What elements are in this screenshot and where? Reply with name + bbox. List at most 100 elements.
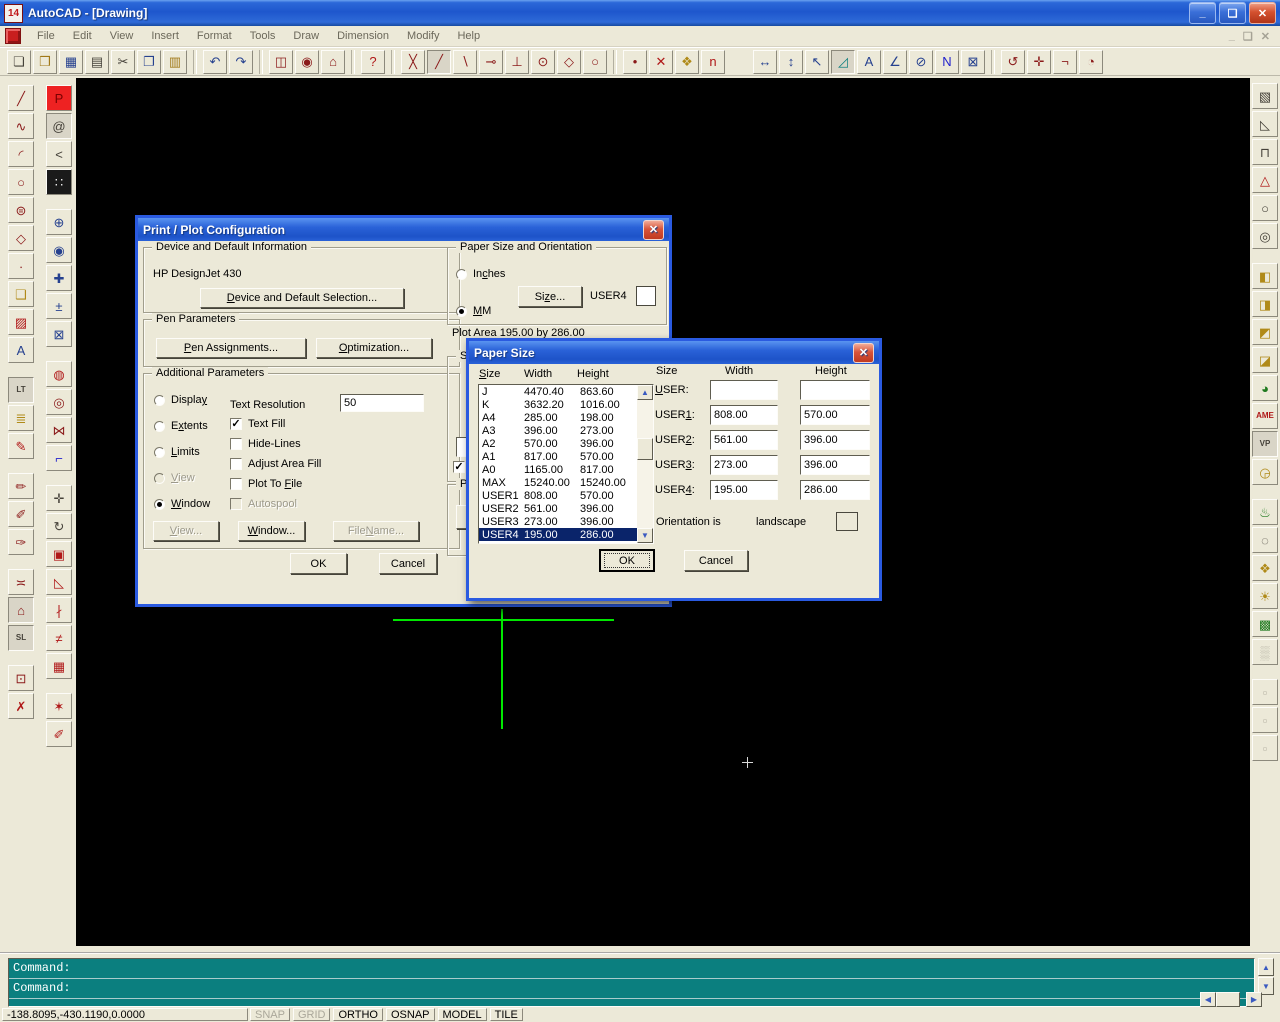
scenes-button[interactable]: ❖ bbox=[1252, 555, 1278, 581]
dim-radius-button[interactable]: ⊘ bbox=[909, 50, 933, 74]
explode-tool-button[interactable]: ✶ bbox=[46, 693, 72, 719]
polygon-tool-button[interactable]: ◇ bbox=[8, 225, 34, 251]
ortho-toggle[interactable]: ORTHO bbox=[333, 1008, 383, 1021]
zoom-extents-button[interactable]: ⊠ bbox=[46, 321, 72, 347]
snap-tangent-button[interactable]: ○ bbox=[583, 50, 607, 74]
grid-toggle[interactable]: GRID bbox=[293, 1008, 331, 1021]
minimize-button[interactable]: _ bbox=[1189, 2, 1216, 24]
tool-windows-button[interactable]: ⌂ bbox=[321, 50, 345, 74]
plot-to-file-checkbox[interactable]: Plot To File bbox=[230, 478, 321, 490]
command-console[interactable]: Command:Command: bbox=[8, 958, 1255, 1007]
user2-width-input[interactable] bbox=[710, 430, 778, 450]
paper-size-row-j[interactable]: J4470.40863.60 bbox=[479, 385, 637, 398]
polyline-tool-button[interactable]: ∿ bbox=[8, 113, 34, 139]
text-fill-checkbox[interactable]: ✓Text Fill bbox=[230, 418, 321, 430]
snap-at-button[interactable]: @ bbox=[46, 113, 72, 139]
help-button[interactable]: ? bbox=[361, 50, 385, 74]
snap-center-button[interactable]: ⊙ bbox=[531, 50, 555, 74]
add-selection-button[interactable]: ✛ bbox=[1027, 50, 1051, 74]
snap-from-button[interactable]: ╱ bbox=[427, 50, 451, 74]
user3-width-input[interactable] bbox=[710, 455, 778, 475]
dim-angle-button[interactable]: ∠ bbox=[883, 50, 907, 74]
command-scroll-up-icon[interactable]: ▲ bbox=[1258, 958, 1274, 976]
insert-block-tool-button[interactable]: ❑ bbox=[8, 281, 34, 307]
arc-tool-button[interactable]: ◜ bbox=[8, 141, 34, 167]
text-fill-checkbox-box[interactable]: ✓ bbox=[230, 418, 242, 430]
stretch-tool-button[interactable]: ◺ bbox=[46, 569, 72, 595]
limits-radio-circle[interactable] bbox=[154, 447, 165, 458]
user4-width-input[interactable] bbox=[710, 480, 778, 500]
scale-tool-button[interactable]: ▣ bbox=[46, 541, 72, 567]
extents-radio-circle[interactable] bbox=[154, 421, 165, 432]
extend-tool-button[interactable]: ≠ bbox=[46, 625, 72, 651]
dim-ordinate-button[interactable]: N bbox=[935, 50, 959, 74]
plot-cancel-button[interactable]: Cancel bbox=[379, 553, 437, 574]
menu-draw[interactable]: Draw bbox=[284, 28, 328, 44]
measure-button[interactable]: ≍ bbox=[8, 569, 34, 595]
dim-text-button[interactable]: A bbox=[857, 50, 881, 74]
menu-view[interactable]: View bbox=[101, 28, 143, 44]
materials-button[interactable]: ▩ bbox=[1252, 611, 1278, 637]
boundary-hatch-button[interactable]: ⌂ bbox=[8, 597, 34, 623]
region-button[interactable]: ⊡ bbox=[8, 665, 34, 691]
user-width-input[interactable] bbox=[710, 380, 778, 400]
restore-button[interactable]: ❏ bbox=[1219, 2, 1246, 24]
tile-toggle[interactable]: TILE bbox=[490, 1008, 523, 1021]
paper-size-row-user4[interactable]: USER4195.00286.00 bbox=[479, 528, 637, 541]
user3-height-input[interactable] bbox=[800, 455, 870, 475]
edit-spline-button[interactable]: ✐ bbox=[8, 501, 34, 527]
user2-height-input[interactable] bbox=[800, 430, 870, 450]
dim-leader-button[interactable]: ↖ bbox=[805, 50, 829, 74]
scroll-thumb[interactable] bbox=[637, 438, 653, 460]
scroll-down-icon[interactable]: ▼ bbox=[637, 528, 653, 543]
open-file-button[interactable]: ❒ bbox=[33, 50, 57, 74]
user1-width-input[interactable] bbox=[710, 405, 778, 425]
ellipse-tool-button[interactable]: ⊜ bbox=[8, 197, 34, 223]
tracking-button[interactable]: ╳ bbox=[401, 50, 425, 74]
command-scroll-right-icon[interactable]: ▶ bbox=[1246, 992, 1262, 1007]
scroll-up-icon[interactable]: ▲ bbox=[637, 385, 653, 400]
adjust-area-fill-checkbox[interactable]: Adjust Area Fill bbox=[230, 458, 321, 470]
angle-filter-button[interactable]: < bbox=[46, 141, 72, 167]
match-properties-button[interactable]: ✎ bbox=[8, 433, 34, 459]
window-button[interactable]: Window... bbox=[238, 521, 305, 541]
menu-help[interactable]: Help bbox=[448, 28, 489, 44]
viewport-button[interactable]: VP bbox=[1252, 431, 1278, 457]
scaled-to-fit-checkbox-box[interactable]: ✓ bbox=[453, 461, 465, 473]
command-vertical-scrollbar[interactable]: ▲ ▼ bbox=[1258, 958, 1274, 995]
paper-size-row-a3[interactable]: A3396.00273.00 bbox=[479, 424, 637, 437]
new-file-button[interactable]: ❏ bbox=[7, 50, 31, 74]
command-scroll-left-icon[interactable]: ◀ bbox=[1200, 992, 1216, 1007]
paper-size-row-user2[interactable]: USER2561.00396.00 bbox=[479, 502, 637, 515]
paper-cancel-button[interactable]: Cancel bbox=[684, 550, 748, 571]
line-tool-button[interactable]: ╱ bbox=[8, 85, 34, 111]
user1-height-input[interactable] bbox=[800, 405, 870, 425]
redo-button[interactable]: ↷ bbox=[229, 50, 253, 74]
hide-lines-checkbox-box[interactable] bbox=[230, 438, 242, 450]
edit-attribute-button[interactable]: ✑ bbox=[8, 529, 34, 555]
linetype-button[interactable]: LT bbox=[8, 377, 34, 403]
inches-radio[interactable]: Inches bbox=[456, 268, 505, 280]
optimization-button[interactable]: Optimization... bbox=[316, 338, 432, 358]
paste-button[interactable]: ▥ bbox=[163, 50, 187, 74]
display-radio-circle[interactable] bbox=[154, 395, 165, 406]
array-tool-button[interactable]: ▦ bbox=[46, 653, 72, 679]
close-button[interactable]: ✕ bbox=[1249, 2, 1276, 24]
layers-button[interactable]: ≣ bbox=[8, 405, 34, 431]
paper-size-row-k[interactable]: K3632.201016.00 bbox=[479, 398, 637, 411]
render-button[interactable]: ♨ bbox=[1252, 499, 1278, 525]
pan-button[interactable]: ✚ bbox=[46, 265, 72, 291]
paper-size-row-a2[interactable]: A2570.00396.00 bbox=[479, 437, 637, 450]
paper-size-row-a1[interactable]: A1817.00570.00 bbox=[479, 450, 637, 463]
save-button[interactable]: ▦ bbox=[59, 50, 83, 74]
hatch-tool-button[interactable]: ▨ bbox=[8, 309, 34, 335]
slice-button[interactable]: SL bbox=[8, 625, 34, 651]
mm-radio-circle[interactable] bbox=[456, 306, 467, 317]
menu-modify[interactable]: Modify bbox=[398, 28, 448, 44]
menu-insert[interactable]: Insert bbox=[142, 28, 188, 44]
intersect-tool-button[interactable]: ◩ bbox=[1252, 319, 1278, 345]
ame-convert-button[interactable]: AME bbox=[1252, 403, 1278, 429]
command-hscroll-thumb[interactable] bbox=[1216, 992, 1240, 1007]
wedge-tool-button[interactable]: ◺ bbox=[1252, 111, 1278, 137]
cut-button[interactable]: ✂ bbox=[111, 50, 135, 74]
